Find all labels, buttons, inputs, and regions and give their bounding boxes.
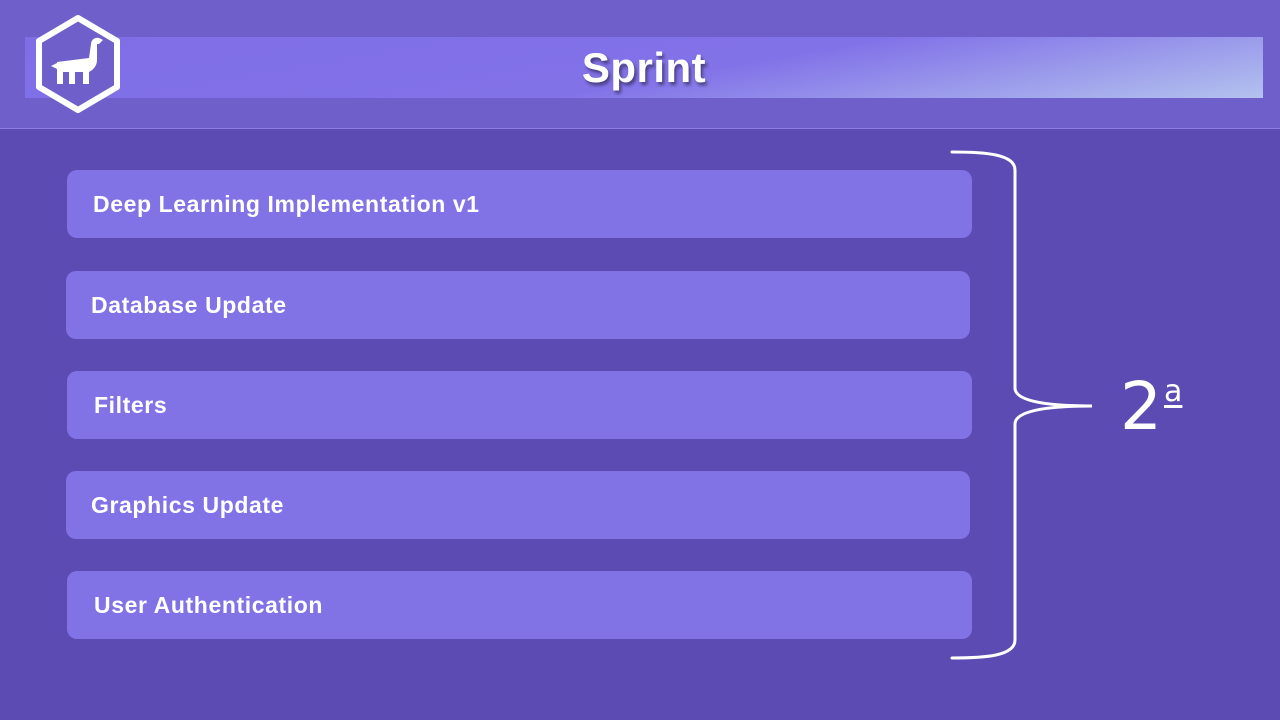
sprint-ordinal-indicator: a	[1164, 374, 1183, 409]
sprint-number: 2a	[1120, 362, 1182, 452]
list-item: Filters	[67, 371, 972, 439]
sprint-number-value: 2	[1120, 368, 1162, 445]
list-item: Deep Learning Implementation v1	[67, 170, 972, 238]
page-title: Sprint	[581, 44, 707, 91]
curly-brace	[950, 150, 1093, 660]
list-item: User Authentication	[67, 571, 972, 639]
list-item: Graphics Update	[66, 471, 970, 539]
title-band: Sprint	[25, 37, 1263, 98]
header-bar: Sprint	[0, 0, 1280, 129]
hexagon-dinosaur-logo-icon	[36, 15, 120, 113]
list-item: Database Update	[66, 271, 970, 339]
